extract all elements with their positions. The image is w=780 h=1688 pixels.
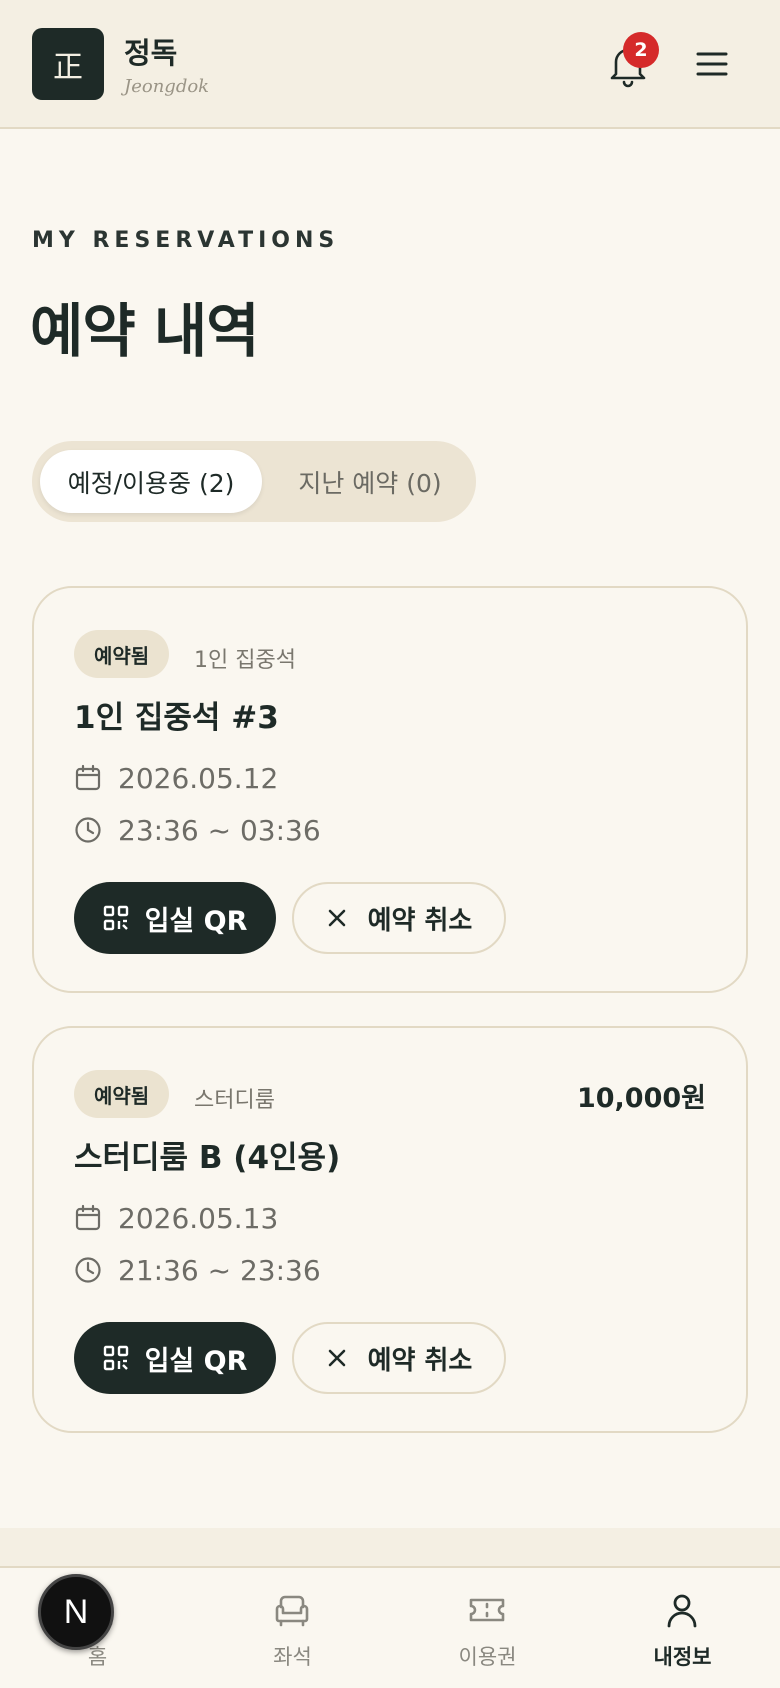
reservation-card: 예약됨 스터디룸 10,000원 스터디룸 B (4인용) 2026.05.13… bbox=[32, 1026, 748, 1433]
logo[interactable]: 正 bbox=[32, 28, 104, 100]
time-row: 21:36 ~ 23:36 bbox=[74, 1252, 321, 1288]
close-icon bbox=[328, 909, 345, 927]
reservation-time: 23:36 ~ 03:36 bbox=[118, 813, 321, 847]
status-badge: 예약됨 bbox=[74, 630, 170, 678]
clock-icon bbox=[75, 1257, 101, 1283]
qr-button-label: 입실 QR bbox=[144, 1345, 248, 1377]
cancel-button-label: 예약 취소 bbox=[367, 905, 473, 936]
reservation-title: 1인 집중석 #3 bbox=[74, 700, 279, 736]
tab-past[interactable]: 지난 예약 (0) bbox=[270, 450, 470, 513]
nav-label: 내정보 bbox=[653, 1645, 712, 1669]
nav-label: 이용권 bbox=[458, 1645, 517, 1669]
brand-subtitle: Jeongdok bbox=[124, 76, 210, 97]
time-row: 23:36 ~ 03:36 bbox=[74, 812, 321, 848]
reservation-tabs: 예정/이용중 (2) 지난 예약 (0) bbox=[32, 441, 476, 522]
qr-code-icon bbox=[103, 905, 128, 931]
menu-icon[interactable] bbox=[694, 46, 730, 82]
reservation-price: 10,000원 bbox=[576, 1083, 706, 1114]
footer-strip bbox=[0, 1528, 780, 1568]
page-title: 예약 내역 bbox=[30, 297, 260, 365]
seat-type-label: 스터디룸 bbox=[194, 1088, 275, 1113]
qr-code-icon bbox=[103, 1345, 128, 1371]
nav-label: 홈 bbox=[87, 1645, 108, 1669]
reservation-card: 예약됨 1인 집중석 1인 집중석 #3 2026.05.12 23:36 ~ … bbox=[32, 586, 748, 993]
notification-badge: 2 bbox=[623, 32, 659, 68]
page-eyebrow: MY RESERVATIONS bbox=[32, 228, 340, 253]
seat-type-label: 1인 집중석 bbox=[194, 648, 296, 673]
close-icon bbox=[328, 1349, 345, 1367]
date-row: 2026.05.12 bbox=[74, 760, 278, 796]
reservation-date: 2026.05.13 bbox=[118, 1201, 279, 1235]
nav-passes[interactable]: 이용권 bbox=[390, 1568, 585, 1688]
app-header: 正 정독 Jeongdok 2 bbox=[0, 0, 780, 129]
cancel-reservation-button[interactable]: 예약 취소 bbox=[292, 882, 506, 954]
dev-tools-badge[interactable]: N bbox=[38, 1574, 114, 1650]
nav-my-info[interactable]: 내정보 bbox=[585, 1568, 780, 1688]
clock-icon bbox=[75, 817, 101, 843]
calendar-icon bbox=[75, 764, 101, 791]
reservation-time: 21:36 ~ 23:36 bbox=[118, 1253, 321, 1287]
nav-seats[interactable]: 좌석 bbox=[195, 1568, 390, 1688]
entry-qr-button[interactable]: 입실 QR bbox=[74, 1322, 276, 1394]
entry-qr-button[interactable]: 입실 QR bbox=[74, 882, 276, 954]
calendar-icon bbox=[75, 1204, 101, 1231]
tab-upcoming[interactable]: 예정/이용중 (2) bbox=[40, 450, 262, 513]
armchair-icon bbox=[275, 1595, 309, 1627]
date-row: 2026.05.13 bbox=[74, 1200, 278, 1236]
reservation-date: 2026.05.12 bbox=[118, 761, 279, 795]
reservation-title: 스터디룸 B (4인용) bbox=[74, 1140, 341, 1176]
user-icon bbox=[667, 1594, 697, 1628]
cancel-button-label: 예약 취소 bbox=[367, 1345, 473, 1376]
nav-label: 좌석 bbox=[273, 1645, 312, 1669]
cancel-reservation-button[interactable]: 예약 취소 bbox=[292, 1322, 506, 1394]
brand-name: 정독 bbox=[124, 36, 178, 70]
status-badge: 예약됨 bbox=[74, 1070, 170, 1118]
qr-button-label: 입실 QR bbox=[144, 905, 248, 937]
ticket-icon bbox=[469, 1598, 505, 1622]
bottom-nav: 홈 좌석 이용권 내정보 bbox=[0, 1566, 780, 1688]
